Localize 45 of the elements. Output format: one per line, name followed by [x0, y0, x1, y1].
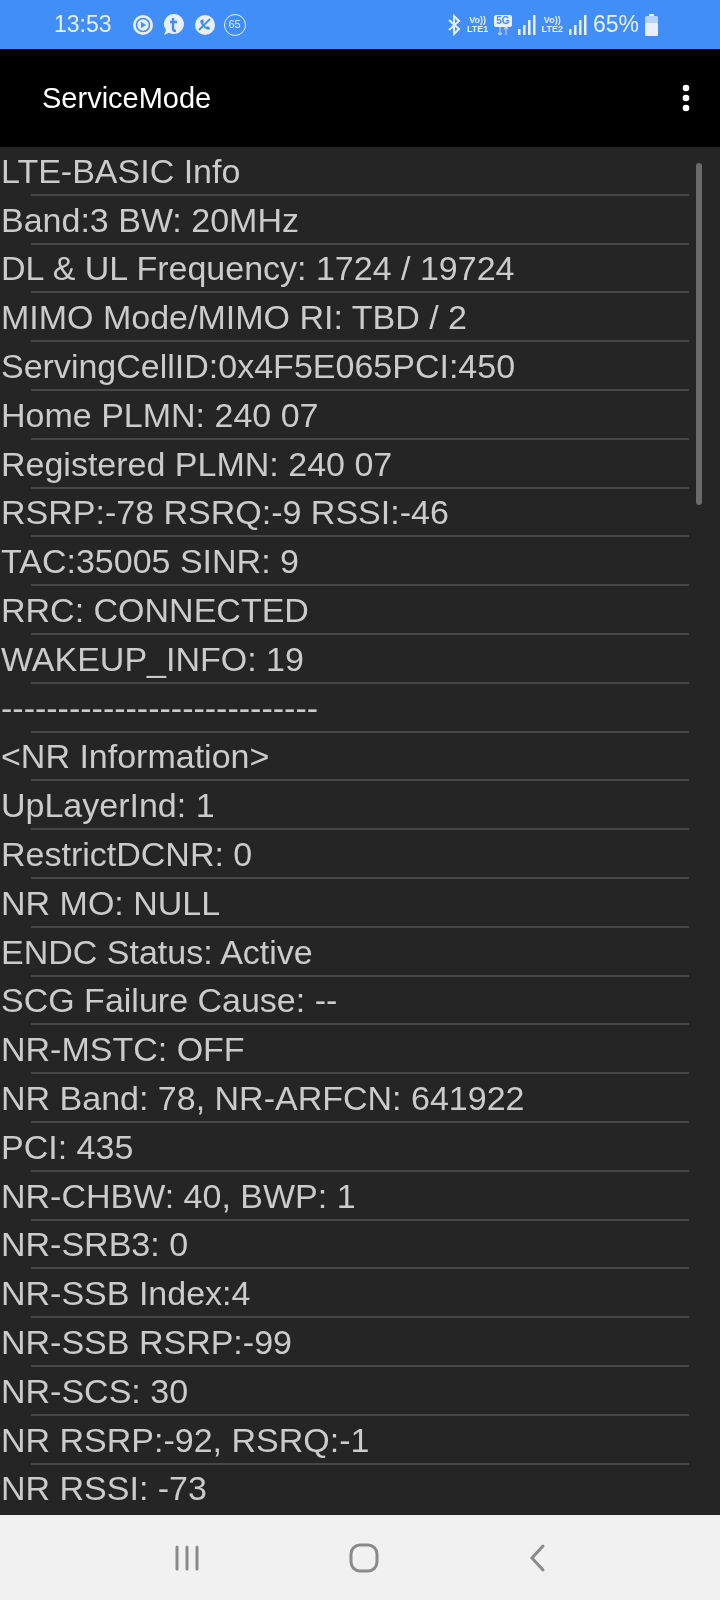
play-icon	[131, 13, 154, 36]
info-line: LTE-BASIC Info	[0, 151, 241, 191]
chat-icon	[161, 12, 186, 37]
info-line: NR-SSB RSRP:-99	[0, 1323, 292, 1362]
more-options-icon[interactable]	[682, 84, 690, 112]
volte-indicator: Vo)) LTE2	[541, 15, 563, 34]
info-line: Home PLMN: 240 07	[0, 395, 319, 435]
info-line: NR RSRP:-92, RSRQ:-1	[0, 1420, 370, 1460]
signal-icon	[517, 14, 536, 35]
app-title: ServiceMode	[42, 81, 212, 115]
info-line: NR-SCS: 30	[0, 1371, 189, 1411]
info-line: RestrictDCNR: 0	[0, 835, 253, 875]
info-line: MIMO Mode/MIMO RI: TBD / 2	[0, 298, 467, 338]
recent-apps-icon[interactable]	[174, 1544, 201, 1571]
info-line: NR-SRB3: 0	[0, 1225, 189, 1265]
info-line: DL & UL Frequency: 1724 / 19724	[0, 249, 515, 289]
info-line: WAKEUP_INFO: 19	[0, 639, 304, 679]
info-line: NR MO: NULL	[0, 883, 221, 923]
info-line: TAC:35005 SINR: 9	[0, 542, 299, 582]
info-line: Band:3 BW: 20MHz	[0, 200, 299, 240]
info-line: NR Band: 78, NR-ARFCN: 641922	[0, 1079, 525, 1119]
info-line: ----------------------------	[0, 688, 319, 728]
info-line: ServingCellID:0x4F5E065PCI:450	[0, 347, 516, 387]
info-line: <NR Information>	[0, 737, 270, 777]
info-line: NR-CHBW: 40, BWP: 1	[0, 1176, 356, 1216]
info-line: PCI: 435	[0, 1127, 134, 1167]
signal-icon	[568, 14, 587, 35]
home-icon[interactable]	[349, 1542, 379, 1573]
info-line: Registered PLMN: 240 07	[0, 444, 393, 484]
volte-indicator: Vo)) LTE1	[466, 15, 489, 34]
network-indicator: 5G	[494, 14, 512, 35]
status-time: 13:53	[54, 11, 112, 38]
back-icon[interactable]	[527, 1542, 546, 1573]
info-line: RSRP:-78 RSRQ:-9 RSSI:-46	[0, 493, 449, 533]
info-line: UpLayerInd: 1	[0, 786, 215, 826]
battery-percentage: 65%	[592, 11, 639, 38]
info-line: NR-SSB Index:4	[0, 1274, 251, 1314]
info-line: NR RSSI: -73	[0, 1469, 207, 1509]
info-line: ENDC Status: Active	[0, 932, 313, 972]
info-line: RRC: CONNECTED	[0, 591, 309, 631]
call-off-icon	[193, 13, 216, 36]
battery-icon	[645, 13, 658, 36]
info-line: SCG Failure Cause: --	[0, 981, 338, 1021]
bluetooth-icon	[446, 13, 461, 36]
info-line: NR-MSTC: OFF	[0, 1030, 245, 1070]
